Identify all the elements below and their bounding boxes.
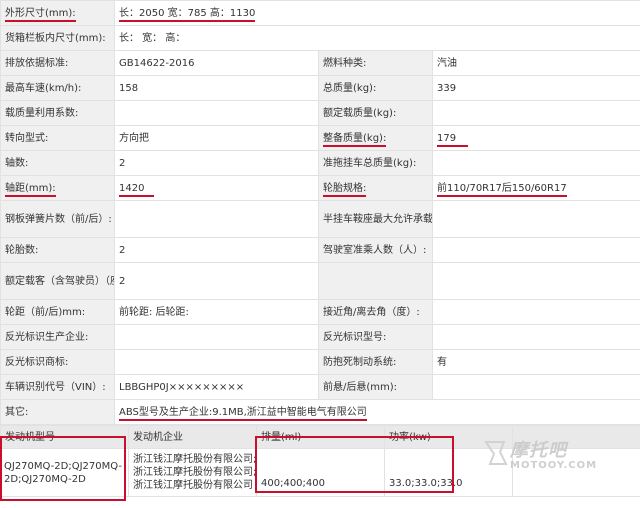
value-rated-load [431, 100, 640, 126]
engine-maker-header: 发动机企业 [128, 425, 257, 449]
value-steering: 方向把 [114, 125, 319, 151]
label-vin: 车辆识别代号（VIN）: [0, 374, 115, 400]
label-emission-standard: 排放依据标准: [0, 50, 115, 76]
value-empty [431, 262, 640, 300]
label-track: 轮距（前/后)mm: [0, 299, 115, 325]
site-watermark: 摩托吧 MOTOOY.COM [480, 432, 630, 482]
engine-maker-line: 浙江钱江摩托股份有限公司 [133, 480, 253, 491]
label-reflector-model: 反光标识型号: [318, 324, 433, 350]
label-empty [318, 262, 433, 300]
engine-maker-value: 浙江钱江摩托股份有限公司; 浙江钱江摩托股份有限公司; 浙江钱江摩托股份有限公司 [128, 448, 257, 497]
value-gross-mass: 339 [431, 75, 640, 101]
spec-row: 轮距（前/后)mm: 前轮距: 后轮距: 接近角/离去角（度）: [0, 299, 640, 325]
value-overhang [431, 374, 640, 400]
engine-model-value: QJ270MQ-2D;QJ270MQ-2D;QJ270MQ-2D [0, 448, 129, 497]
spec-row-cargo-box: 货箱栏板内尺寸(mm): 长： 宽： 高： [0, 25, 640, 51]
value-wheelbase: 1420 [114, 175, 319, 201]
value-reflector-maker [114, 324, 319, 350]
label-wheelbase: 轴距(mm): [0, 175, 115, 201]
watermark-cn-text: 摩托吧 [510, 440, 567, 461]
spec-row: 排放依据标准: GB14622-2016 燃料种类: 汽油 [0, 50, 640, 76]
spec-row: 轴距(mm): 1420 轮胎规格: 前110/70R17后150/60R17 [0, 175, 640, 201]
value-tire-spec: 前110/70R17后150/60R17 [431, 175, 640, 201]
watermark-en-text: MOTOOY.COM [510, 460, 598, 471]
label-cab-passengers: 驾驶室准乘人数（人）: [318, 237, 433, 263]
displacement-value: 400;400;400 [256, 448, 385, 497]
label-overhang: 前悬/后悬(mm): [318, 374, 433, 400]
value-reflector-model [431, 324, 640, 350]
displacement-header: 排量(ml) [256, 425, 385, 449]
engine-maker-line: 浙江钱江摩托股份有限公司; [133, 454, 257, 465]
label-load-factor: 载质量利用系数: [0, 100, 115, 126]
value-cab-passengers [431, 237, 640, 263]
value-emission-standard: GB14622-2016 [114, 50, 319, 76]
value-tire-count: 2 [114, 237, 319, 263]
label-saddle-load: 半挂车鞍座最大允许承载质量(kg): [318, 200, 433, 238]
label-rated-load: 额定载质量(kg): [318, 100, 433, 126]
spec-row: 载质量利用系数: 额定载质量(kg): [0, 100, 640, 126]
label-rated-seats: 额定载客（含驾驶员）（座位数）: [0, 262, 115, 300]
spec-row: 反光标识生产企业: 反光标识型号: [0, 324, 640, 350]
label-cargo-box: 货箱栏板内尺寸(mm): [0, 25, 115, 51]
value-trailer-mass [431, 150, 640, 176]
value-saddle-load [431, 200, 640, 238]
value-axles: 2 [114, 150, 319, 176]
spec-row: 最高车速(km/h): 158 总质量(kg): 339 [0, 75, 640, 101]
spec-row-dimensions: 外形尺寸(mm): 长：2050 宽：785 高：1130 [0, 0, 640, 26]
label-gross-mass: 总质量(kg): [318, 75, 433, 101]
label-steering: 转向型式: [0, 125, 115, 151]
label-reflector-brand: 反光标识商标: [0, 349, 115, 375]
label-tire-count: 轮胎数: [0, 237, 115, 263]
engine-maker-line: 浙江钱江摩托股份有限公司; [133, 467, 257, 478]
label-approach-angle: 接近角/离去角（度）: [318, 299, 433, 325]
value-curb-mass: 179 [431, 125, 640, 151]
value-rated-seats: 2 [114, 262, 319, 300]
watermark-logo-icon [484, 441, 508, 465]
spec-row: 轮胎数: 2 驾驶室准乘人数（人）: [0, 237, 640, 263]
spec-row: 反光标识商标: 防抱死制动系统: 有 [0, 349, 640, 375]
label-fuel-type: 燃料种类: [318, 50, 433, 76]
label-max-speed: 最高车速(km/h): [0, 75, 115, 101]
value-approach-angle [431, 299, 640, 325]
value-load-factor [114, 100, 319, 126]
value-max-speed: 158 [114, 75, 319, 101]
label-leaf-springs: 钢板弹簧片数（前/后）: [0, 200, 115, 238]
value-other: ABS型号及生产企业:9.1MB,浙江益中智能电气有限公司 [113, 399, 640, 425]
label-trailer-mass: 准拖挂车总质量(kg): [318, 150, 433, 176]
spec-row-other: 其它: ABS型号及生产企业:9.1MB,浙江益中智能电气有限公司 [0, 399, 640, 425]
engine-model-header: 发动机型号 [0, 425, 129, 449]
label-tire-spec: 轮胎规格: [318, 175, 433, 201]
spec-row: 轴数: 2 准拖挂车总质量(kg): [0, 150, 640, 176]
label-reflector-maker: 反光标识生产企业: [0, 324, 115, 350]
value-reflector-brand [114, 349, 319, 375]
value-abs: 有 [431, 349, 640, 375]
value-track: 前轮距: 后轮距: [114, 299, 319, 325]
label-axles: 轴数: [0, 150, 115, 176]
label-other: 其它: [0, 399, 115, 425]
value-leaf-springs [114, 200, 319, 238]
spec-row: 车辆识别代号（VIN）: LBBGHP0J××××××××× 前悬/后悬(mm)… [0, 374, 640, 400]
spec-row: 转向型式: 方向把 整备质量(kg): 179 [0, 125, 640, 151]
label-dimensions: 外形尺寸(mm): [0, 0, 115, 26]
label-curb-mass: 整备质量(kg): [318, 125, 433, 151]
value-cargo-box: 长： 宽： 高： [113, 25, 640, 51]
spec-row: 额定载客（含驾驶员）（座位数）: 2 [0, 262, 640, 300]
vehicle-spec-table: 外形尺寸(mm): 长：2050 宽：785 高：1130 货箱栏板内尺寸(mm… [0, 0, 640, 425]
value-vin: LBBGHP0J××××××××× [114, 374, 319, 400]
spec-row: 钢板弹簧片数（前/后）: 半挂车鞍座最大允许承载质量(kg): [0, 200, 640, 238]
value-dimensions: 长：2050 宽：785 高：1130 [113, 0, 640, 26]
label-abs: 防抱死制动系统: [318, 349, 433, 375]
value-fuel-type: 汽油 [431, 50, 640, 76]
